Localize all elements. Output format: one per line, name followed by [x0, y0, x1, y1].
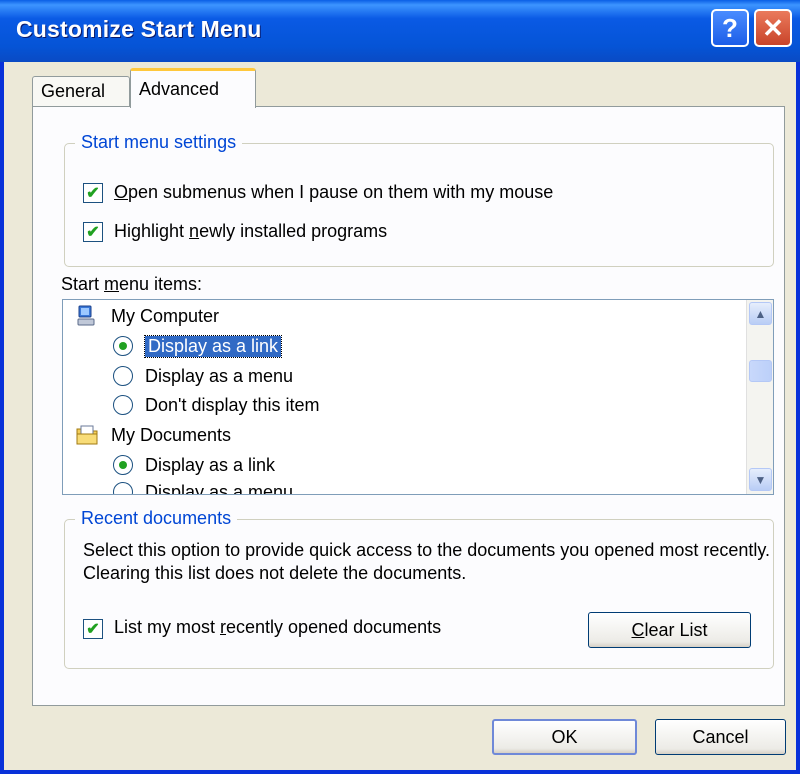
radio-button[interactable] — [113, 482, 133, 494]
open-submenus-checkbox[interactable]: ✔ — [83, 183, 103, 203]
radio-dot-icon — [119, 342, 127, 350]
my-documents-icon — [76, 425, 98, 445]
radio-button[interactable] — [113, 395, 133, 415]
label-text: ecently opened documents — [226, 617, 442, 637]
list-item[interactable]: Display as a link — [113, 451, 275, 479]
help-button[interactable]: ? — [711, 9, 749, 47]
label-text: enu items: — [119, 274, 203, 294]
open-submenus-label[interactable]: Open submenus when I pause on them with … — [114, 182, 553, 203]
radio-button[interactable] — [113, 336, 133, 356]
label-text: List my most — [114, 617, 221, 637]
list-item-label: Display as a link — [143, 334, 283, 358]
radio-button[interactable] — [113, 366, 133, 386]
list-item-label: My Computer — [111, 305, 220, 326]
my-computer-icon — [77, 305, 95, 326]
label-text: Start — [61, 274, 105, 294]
recent-documents-description: Select this option to provide quick acce… — [83, 540, 771, 583]
label-text: ewly installed programs — [199, 221, 388, 241]
list-recent-documents-checkbox[interactable]: ✔ — [83, 619, 103, 639]
radio-dot-icon — [119, 461, 127, 469]
checkmark-icon: ✔ — [86, 185, 100, 202]
close-button[interactable]: ✕ — [754, 9, 792, 47]
button-label: lear List — [644, 619, 708, 640]
list-item[interactable]: Display as a menu — [113, 362, 293, 390]
mnemonic: O — [114, 182, 129, 202]
recent-documents-legend: Recent documents — [75, 508, 238, 529]
label-text: Highlight — [114, 221, 190, 241]
dialog-content: General Advanced Start menu settings ✔ O… — [4, 62, 796, 770]
mnemonic: m — [104, 274, 120, 294]
ok-button[interactable]: OK — [492, 719, 637, 755]
clear-list-button[interactable]: Clear List — [588, 612, 751, 648]
label-text: pen submenus when I pause on them with m… — [128, 182, 554, 202]
list-recent-documents-label[interactable]: List my most recently opened documents — [114, 617, 441, 638]
list-item[interactable]: My Documents — [75, 421, 231, 449]
title-bar: Customize Start Menu ? ✕ — [0, 0, 800, 62]
advanced-tab-panel: Start menu settings ✔ Open submenus when… — [32, 106, 785, 706]
start-menu-settings-group: Start menu settings — [64, 132, 774, 267]
customize-start-menu-dialog: Customize Start Menu ? ✕ General Advance… — [0, 0, 800, 774]
list-item-label: Don't display this item — [145, 394, 320, 415]
mnemonic: C — [631, 619, 645, 640]
list-item[interactable]: Display as a link — [113, 332, 283, 360]
scroll-thumb[interactable] — [749, 360, 772, 382]
checkmark-icon: ✔ — [86, 621, 100, 638]
checkmark-icon: ✔ — [86, 224, 100, 241]
tab-advanced[interactable]: Advanced — [130, 68, 256, 108]
list-item-label: Display as a menu — [145, 481, 294, 495]
list-item[interactable]: Don't display this item — [113, 391, 320, 419]
help-icon: ? — [722, 12, 738, 43]
list-item[interactable]: Display as a menu — [113, 478, 294, 495]
chevron-down-icon: ▼ — [754, 472, 767, 487]
start-menu-settings-legend: Start menu settings — [75, 132, 243, 153]
close-icon: ✕ — [762, 12, 784, 43]
highlight-programs-label[interactable]: Highlight newly installed programs — [114, 221, 387, 242]
mnemonic: n — [189, 221, 200, 241]
cancel-button[interactable]: Cancel — [655, 719, 786, 755]
list-item[interactable]: My Computer — [75, 302, 219, 330]
chevron-up-icon: ▲ — [754, 306, 767, 321]
window-title: Customize Start Menu — [16, 16, 262, 42]
tab-general[interactable]: General — [32, 76, 130, 106]
scroll-down-button[interactable]: ▼ — [749, 468, 772, 491]
highlight-programs-checkbox[interactable]: ✔ — [83, 222, 103, 242]
start-menu-items-list[interactable]: My Computer Display as a link Display as… — [62, 299, 774, 495]
list-scrollbar[interactable]: ▲ ▼ — [746, 300, 773, 494]
list-item-label: My Documents — [111, 424, 232, 445]
start-menu-items-label: Start menu items: — [61, 274, 202, 295]
list-item-label: Display as a link — [145, 454, 276, 475]
list-item-label: Display as a menu — [145, 365, 294, 386]
radio-button[interactable] — [113, 455, 133, 475]
scroll-up-button[interactable]: ▲ — [749, 302, 772, 325]
